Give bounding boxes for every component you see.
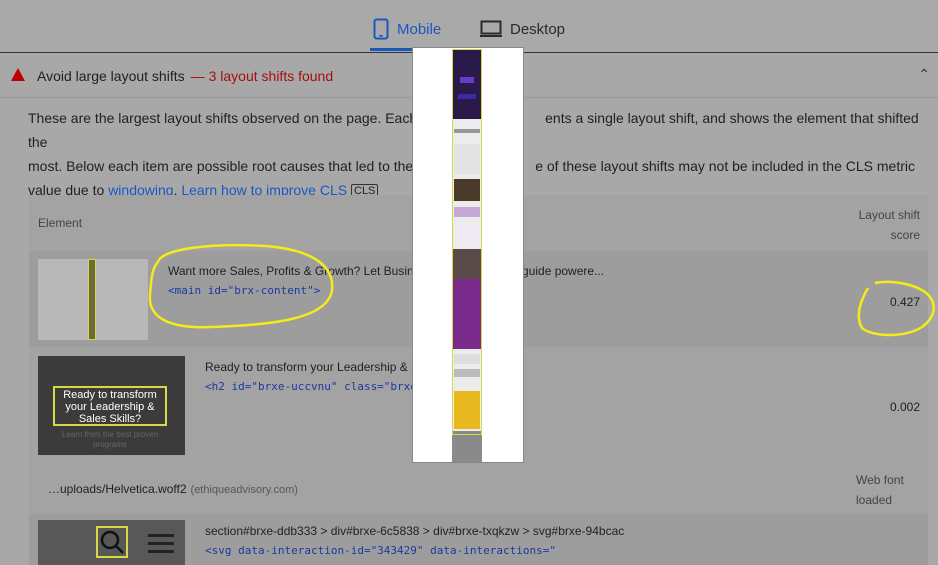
chevron-up-icon[interactable]: ⌃ [918, 66, 930, 83]
audit-title-text: Avoid large layout shifts [37, 68, 185, 84]
desc-text: e of these layout shifts may not be incl… [535, 158, 915, 174]
row-snippet: Want more Sales, Profits & Growth? Let B… [168, 264, 421, 278]
element-highlight [96, 526, 128, 558]
tab-mobile[interactable]: Mobile [373, 16, 441, 42]
tab-mobile-label: Mobile [397, 20, 442, 38]
column-header-score-line: Layout shift [858, 208, 920, 222]
monitor-icon [480, 20, 502, 37]
device-tabs: Mobile Desktop [0, 0, 938, 52]
audit-title: Avoid large layout shifts —3 layout shift… [37, 68, 333, 84]
screenshot-subtext: Learn from the best proven programs [61, 430, 159, 449]
desc-text: These are the largest layout shifts obse… [28, 110, 418, 126]
phone-icon [373, 18, 389, 40]
element-highlight: Ready to transform your Leadership & Sal… [53, 386, 167, 426]
root-cause-label: Web font loaded [856, 470, 904, 510]
hamburger-menu-icon [148, 534, 174, 553]
column-header-element: Element [38, 216, 83, 230]
row-snippet-tail: guide powere... [522, 264, 605, 278]
shift-score: 0.002 [889, 400, 920, 414]
row-snippet: Ready to transform your Leadership & S [205, 360, 420, 374]
search-icon [100, 530, 124, 554]
row-selector[interactable]: <main id="brx-content"> [168, 284, 320, 297]
shift-score: 0.427 [889, 295, 920, 309]
page-screenshot-strip [452, 49, 482, 462]
element-highlight [88, 259, 96, 340]
column-header-score-line: score [890, 228, 920, 242]
font-domain: (ethiqueadvisory.com) [190, 484, 298, 496]
audit-separator: — [190, 68, 205, 84]
column-header-score: Layout shift score [840, 205, 920, 245]
desc-text: most. Below each item are possible root … [28, 158, 414, 174]
row-selector[interactable]: <svg data-interaction-id="343429" data-i… [205, 544, 556, 557]
tab-desktop[interactable]: Desktop [480, 16, 565, 42]
audit-count: 3 layout shifts found [208, 68, 334, 84]
row-selector[interactable]: <h2 id="brxe-uccvnu" class="brxe [205, 380, 417, 393]
font-url[interactable]: …uploads/Helvetica.woff2 [48, 482, 187, 496]
root-cause-label-line: Web font [856, 473, 904, 487]
warning-triangle-icon [11, 68, 25, 81]
row-snippet: section#brxe-ddb333 > div#brxe-6c5838 > … [205, 524, 625, 538]
root-cause-url[interactable]: …uploads/Helvetica.woff2 (ethiqueadvisory… [48, 482, 298, 496]
root-cause-label-line: loaded [856, 493, 893, 507]
tab-desktop-label: Desktop [510, 20, 566, 38]
